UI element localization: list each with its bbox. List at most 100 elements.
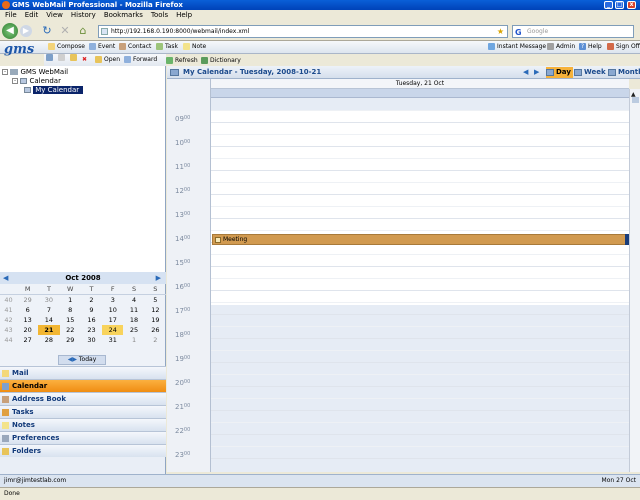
mini-calendar-week: 44 27 28 29 30 31 1 2 [4, 336, 158, 344]
module-mail[interactable]: Mail [0, 366, 166, 379]
menu-bookmarks[interactable]: Bookmarks [104, 10, 143, 21]
collapse-icon[interactable]: - [2, 69, 8, 75]
slot-line [211, 158, 629, 159]
menu-history[interactable]: History [71, 10, 96, 21]
contact-button[interactable]: Contact [119, 41, 151, 52]
today-button[interactable]: ◀▶ Today [58, 355, 106, 365]
next-day-icon[interactable]: ▶ [534, 68, 539, 76]
view-day-button[interactable]: Day [546, 67, 573, 78]
computer-icon [10, 69, 19, 75]
event-button[interactable]: Event [89, 41, 115, 52]
compose-button[interactable]: Compose [48, 41, 85, 52]
admin-icon [547, 43, 554, 50]
mini-calendar-selected-day[interactable]: 21 [38, 325, 60, 335]
tree-calendar[interactable]: - Calendar [12, 77, 61, 86]
slot-line [211, 374, 629, 375]
forward-mail-button[interactable]: Forward [124, 54, 157, 65]
slot-line [211, 230, 629, 231]
forward-icon [124, 56, 131, 63]
event-title: Meeting [223, 236, 248, 243]
hour-label: 0900 [175, 115, 191, 123]
folder-icon[interactable] [70, 54, 77, 65]
open-button[interactable]: Open [95, 54, 120, 65]
slot-line [211, 122, 629, 123]
save-icon[interactable] [46, 54, 53, 65]
task-icon [156, 43, 163, 50]
module-nav: Mail Calendar Address Book Tasks Notes P… [0, 366, 166, 474]
app-toolbar: Compose Event Contact Task Note Instant … [0, 41, 640, 54]
menu-edit[interactable]: Edit [25, 10, 39, 21]
admin-button[interactable]: Admin [547, 41, 575, 52]
slot-line [211, 446, 629, 447]
note-icon [183, 43, 190, 50]
browser-status-bar: Done [0, 487, 640, 500]
address-bar[interactable]: http://192.168.0.190:8000/webmail/index.… [98, 25, 508, 38]
sign-off-button[interactable]: Sign Off [607, 41, 640, 52]
day-grid[interactable] [211, 98, 629, 472]
firefox-icon [2, 1, 10, 9]
status-user: jimr@jimtestlab.com [4, 477, 67, 484]
dictionary-button[interactable]: Dictionary [201, 55, 241, 66]
hour-label: 1300 [175, 211, 191, 219]
help-button[interactable]: ? Help [579, 41, 602, 52]
refresh-button[interactable]: Refresh [166, 55, 198, 66]
module-calendar[interactable]: Calendar [0, 379, 166, 392]
tree-my-calendar[interactable]: My Calendar [24, 86, 84, 95]
menu-file[interactable]: File [5, 10, 17, 21]
module-notes[interactable]: Notes [0, 418, 166, 431]
tree-calendar-label: Calendar [29, 77, 61, 85]
note-button[interactable]: Note [183, 41, 206, 52]
home-icon[interactable]: ⌂ [76, 24, 90, 38]
address-book-icon [2, 396, 9, 403]
prev-day-icon[interactable]: ◀ [523, 68, 528, 76]
slot-line [211, 278, 629, 279]
task-button[interactable]: Task [156, 41, 178, 52]
module-preferences[interactable]: Preferences [0, 431, 166, 444]
all-day-row[interactable] [211, 89, 629, 98]
app-toolbar-secondary: ✖ Open Forward [44, 54, 166, 66]
calendar-event[interactable]: Meeting [212, 234, 629, 245]
hour-label: 1000 [175, 139, 191, 147]
today-arrow-icon: ◀▶ [67, 356, 77, 363]
calendar-scrollbar[interactable]: ▲ [629, 89, 640, 472]
menu-tools[interactable]: Tools [151, 10, 168, 21]
mini-calendar: ◀ Oct 2008 ▶ MTWTFSS 40 29 30 1 2 3 4 5 41 6 7 8 9 1… [0, 272, 166, 366]
mini-calendar-highlight-day[interactable]: 24 [102, 325, 124, 335]
day-column-header[interactable]: Tuesday, 21 Oct [211, 79, 629, 89]
menu-help[interactable]: Help [176, 10, 192, 21]
module-folders[interactable]: Folders [0, 444, 166, 457]
minimize-button[interactable]: _ [604, 1, 613, 9]
maximize-button[interactable]: □ [615, 1, 624, 9]
collapse-icon[interactable]: - [12, 78, 18, 84]
module-address-book[interactable]: Address Book [0, 392, 166, 405]
scroll-thumb[interactable] [632, 97, 639, 103]
calendar-icon [24, 87, 31, 93]
menu-view[interactable]: View [46, 10, 63, 21]
hour-label: 1500 [175, 259, 191, 267]
forward-button[interactable]: ▶ [20, 25, 32, 37]
search-input[interactable]: G Google [512, 25, 634, 38]
browser-status: Done [4, 490, 20, 497]
slot-line [211, 302, 629, 303]
next-month-icon[interactable]: ▶ [156, 272, 161, 284]
bookmark-star-icon[interactable]: ★ [497, 26, 504, 37]
tree-root[interactable]: - GMS WebMail [2, 68, 68, 77]
prev-month-icon[interactable]: ◀ [3, 272, 8, 284]
slot-line [211, 206, 629, 207]
stop-icon[interactable]: ✕ [58, 24, 72, 38]
slot-line [211, 362, 629, 363]
reload-icon[interactable]: ↻ [40, 24, 54, 38]
back-button[interactable]: ◀ [2, 23, 18, 39]
hour-label: 2100 [175, 403, 191, 411]
module-tasks[interactable]: Tasks [0, 405, 166, 418]
print-icon[interactable] [58, 54, 65, 65]
close-button[interactable]: x [627, 1, 636, 9]
today-label: Today [78, 356, 97, 363]
slot-line [211, 146, 629, 147]
view-month-button[interactable]: Month [608, 67, 640, 78]
instant-message-button[interactable]: Instant Message [488, 41, 546, 52]
delete-icon[interactable]: ✖ [82, 54, 87, 65]
browser-menubar: File Edit View History Bookmarks Tools Help [0, 10, 640, 21]
view-week-button[interactable]: Week [574, 67, 606, 78]
hour-label: 1800 [175, 331, 191, 339]
